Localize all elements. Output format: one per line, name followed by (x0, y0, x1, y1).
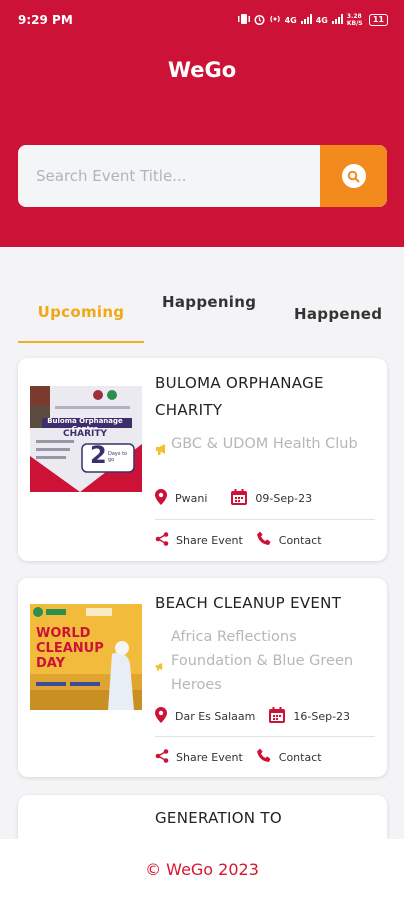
app-title: WeGo (167, 58, 237, 82)
contact-label: Contact (278, 533, 322, 547)
search-icon (341, 164, 366, 188)
footer-copyright: © WeGo 2023 (145, 860, 259, 879)
poster-line-3: DAY (36, 656, 66, 671)
event-meta: Dar Es Salaam 16-Sep-23 (155, 707, 350, 726)
tab-upcoming[interactable]: Upcoming (18, 303, 144, 343)
tab-label: Upcoming (37, 303, 125, 321)
poster-line-2: CLEANUP (36, 641, 104, 656)
card-actions: Share Event Contact (155, 531, 322, 549)
vibrate-icon (237, 14, 250, 26)
event-date: 16-Sep-23 (293, 710, 351, 723)
share-icon (155, 531, 176, 549)
event-tabs: Upcoming Happening Happened (0, 247, 404, 357)
event-date: 09-Sep-23 (255, 492, 313, 505)
share-event-label: Share Event (176, 533, 243, 547)
event-title: BEACH CLEANUP EVENT (155, 594, 342, 612)
tab-label: Happened (294, 305, 383, 323)
location-pin-icon (155, 707, 175, 726)
poster-days: 2 (90, 441, 107, 469)
battery-level: 11 (372, 15, 384, 24)
event-meta: Pwani 09-Sep-23 (155, 489, 312, 508)
calendar-icon (231, 489, 255, 508)
tab-happened[interactable]: Happened (294, 305, 382, 323)
search-button[interactable] (320, 145, 387, 207)
signal-icon (300, 14, 312, 26)
app-header: 9:29 PM 4G 4G 3.28 KB/S 11 WeGo (0, 0, 404, 247)
tab-label: Happening (162, 293, 257, 311)
network-label-1: 4G (284, 15, 297, 25)
contact-label: Contact (278, 750, 322, 764)
status-bar: 9:29 PM 4G 4G 3.28 KB/S 11 (0, 0, 404, 40)
megaphone-icon (155, 440, 171, 459)
event-title: GENERATION TO (155, 809, 282, 827)
alarm-icon (254, 14, 265, 27)
share-icon (155, 748, 176, 766)
tab-happening[interactable]: Happening (162, 293, 256, 311)
organizer-row: GBC & UDOM Health Club (155, 432, 371, 459)
share-event-button[interactable]: Share Event (155, 748, 243, 766)
status-icons: 4G 4G 3.28 KB/S 11 (237, 13, 388, 27)
card-actions: Share Event Contact (155, 748, 322, 766)
card-divider (155, 736, 375, 737)
organizer-row: Africa Reflections Foundation & Blue Gre… (155, 625, 371, 697)
contact-button[interactable]: Contact (256, 748, 322, 766)
signal-icon (331, 14, 343, 26)
event-poster: WORLD CLEANUP DAY (30, 604, 142, 710)
active-tab-indicator (18, 341, 144, 343)
event-title: BULOMA ORPHANAGE CHARITY (155, 374, 324, 419)
network-label-2: 4G (315, 15, 328, 25)
share-event-button[interactable]: Share Event (155, 531, 243, 549)
search-bar (18, 145, 387, 207)
event-organizer: GBC & UDOM Health Club (171, 436, 358, 452)
event-card[interactable]: Buloma Orphanage Centre CHARITY 2 Days t… (18, 358, 387, 561)
location-pin-icon (155, 489, 175, 508)
event-organizer: Africa Reflections Foundation & Blue Gre… (171, 629, 354, 693)
share-event-label: Share Event (176, 750, 243, 764)
event-poster: Buloma Orphanage Centre CHARITY 2 Days t… (30, 386, 142, 492)
event-location: Dar Es Salaam (175, 710, 256, 723)
footer: © WeGo 2023 (0, 839, 404, 900)
poster-line-1: WORLD (36, 626, 91, 641)
hotspot-icon (269, 14, 281, 26)
phone-icon (256, 531, 279, 549)
event-location: Pwani (175, 492, 208, 505)
battery-icon: 11 (368, 14, 388, 26)
status-time: 9:29 PM (18, 13, 73, 27)
calendar-icon (269, 707, 293, 726)
search-input[interactable] (18, 145, 320, 207)
megaphone-icon (155, 656, 171, 697)
poster-days-label: Days to go (108, 451, 128, 463)
poster-heading: CHARITY (62, 429, 108, 439)
network-speed: 3.28 KB/S (346, 13, 363, 27)
card-divider (155, 519, 375, 520)
contact-button[interactable]: Contact (256, 531, 322, 549)
phone-icon (256, 748, 279, 766)
event-card[interactable]: WORLD CLEANUP DAY BEACH CLEANUP EVENT Af… (18, 578, 387, 777)
